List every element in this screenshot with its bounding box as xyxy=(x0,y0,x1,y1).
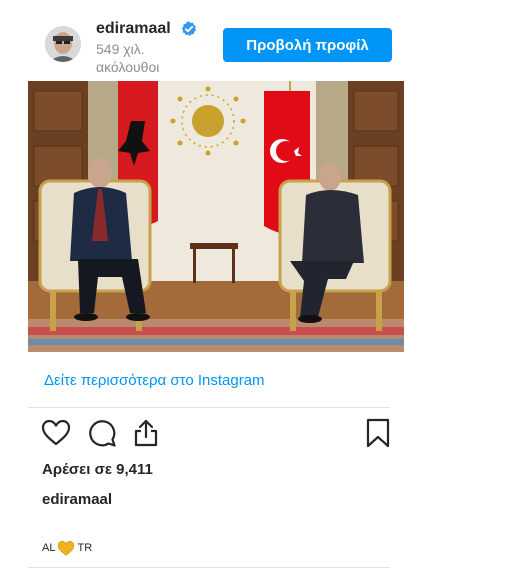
follower-count: 549 χιλ. ακόλουθοι xyxy=(96,41,160,75)
post-caption: AL TR xyxy=(42,540,92,556)
profile-avatar[interactable] xyxy=(45,26,81,62)
comment-icon[interactable] xyxy=(86,417,118,449)
divider xyxy=(28,407,390,408)
post-photo[interactable] xyxy=(28,81,404,352)
instagram-embed: ediramaal 549 χιλ. ακόλουθοι Προβολή προ… xyxy=(28,0,404,570)
caption-suffix: TR xyxy=(77,542,93,554)
see-more-on-instagram-link[interactable]: Δείτε περισσότερα στο Instagram xyxy=(44,372,265,389)
caption-username[interactable]: ediramaal xyxy=(42,491,112,508)
avatar-image xyxy=(45,26,81,62)
share-icon[interactable] xyxy=(130,417,162,449)
view-profile-button[interactable]: Προβολή προφίλ xyxy=(223,28,392,62)
like-count[interactable]: Αρέσει σε 9,411 xyxy=(42,461,153,478)
heart-icon[interactable] xyxy=(40,417,72,449)
verified-badge-icon xyxy=(181,21,196,36)
post-image xyxy=(28,81,404,352)
yellow-heart-icon xyxy=(58,540,75,556)
bookmark-icon[interactable] xyxy=(362,417,394,449)
divider-bottom xyxy=(28,567,390,568)
caption-prefix: AL xyxy=(42,542,56,554)
profile-username[interactable]: ediramaal xyxy=(96,20,171,38)
